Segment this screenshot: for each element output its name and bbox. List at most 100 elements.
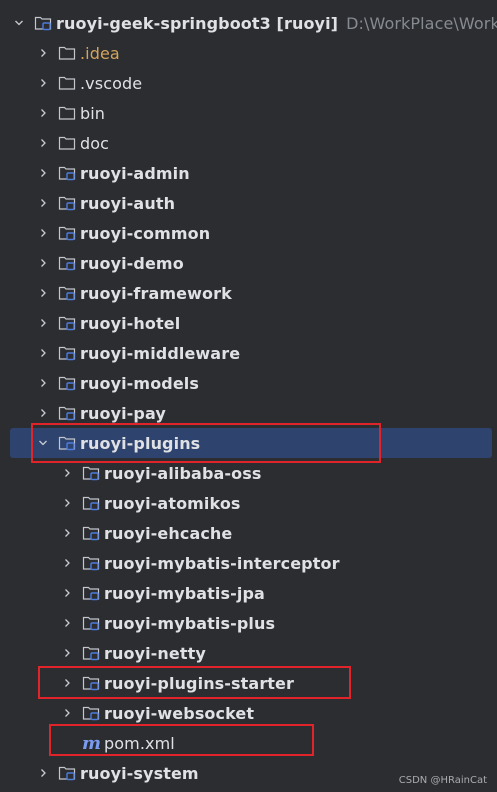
chevron-right-icon[interactable] <box>36 376 50 390</box>
module-folder-icon <box>82 525 100 541</box>
module-folder-icon <box>82 705 100 721</box>
chevron-right-icon[interactable] <box>36 286 50 300</box>
tree-item-label: ruoyi-admin <box>80 163 190 183</box>
tree-item-ruoyi-auth[interactable]: ruoyi-auth <box>0 188 497 218</box>
tree-item-doc[interactable]: doc <box>0 128 497 158</box>
chevron-right-icon[interactable] <box>36 766 50 780</box>
folder-icon <box>58 135 76 151</box>
chevron-right-icon[interactable] <box>36 166 50 180</box>
chevron-right-icon[interactable] <box>36 196 50 210</box>
tree-item-idea[interactable]: .idea <box>0 38 497 68</box>
tree-root[interactable]: ruoyi-geek-springboot3 [ruoyi] D:\WorkPl… <box>0 8 497 38</box>
folder-icon <box>58 45 76 61</box>
tree-item-ruoyi-middleware[interactable]: ruoyi-middleware <box>0 338 497 368</box>
chevron-right-icon[interactable] <box>36 136 50 150</box>
module-folder-icon <box>58 315 76 331</box>
chevron-right-icon[interactable] <box>60 466 74 480</box>
tree-item-label: ruoyi-hotel <box>80 313 181 333</box>
tree-item-label: ruoyi-netty <box>104 643 206 663</box>
maven-m-icon: m <box>82 732 102 754</box>
tree-item-ruoyi-common[interactable]: ruoyi-common <box>0 218 497 248</box>
tree-item-ruoyi-websocket[interactable]: ruoyi-websocket <box>0 698 497 728</box>
tree-item-label: ruoyi-middleware <box>80 343 241 363</box>
tree-item-label: ruoyi-pay <box>80 403 166 423</box>
chevron-right-icon[interactable] <box>60 556 74 570</box>
tree-item-label: ruoyi-framework <box>80 283 232 303</box>
module-folder-icon <box>58 765 76 781</box>
tree-item-label: ruoyi-plugins <box>80 433 201 453</box>
tree-item-ruoyi-demo[interactable]: ruoyi-demo <box>0 248 497 278</box>
tree-item-ruoyi-ehcache[interactable]: ruoyi-ehcache <box>0 518 497 548</box>
module-folder-icon <box>82 465 100 481</box>
module-folder-icon <box>58 435 76 451</box>
tree-item-label: doc <box>80 133 110 153</box>
tree-item-label: ruoyi-atomikos <box>104 493 241 513</box>
module-folder-icon <box>82 555 100 571</box>
tree-item-label: bin <box>80 103 106 123</box>
module-folder-icon <box>58 285 76 301</box>
tree-item-ruoyi-pay[interactable]: ruoyi-pay <box>0 398 497 428</box>
tree-item-label: ruoyi-common <box>80 223 211 243</box>
tree-root-label: ruoyi-geek-springboot3 [ruoyi] <box>56 13 339 33</box>
tree-item-label: ruoyi-mybatis-jpa <box>104 583 265 603</box>
chevron-right-icon[interactable] <box>60 676 74 690</box>
tree-item-ruoyi-netty[interactable]: ruoyi-netty <box>0 638 497 668</box>
chevron-right-icon[interactable] <box>36 106 50 120</box>
tree-item-ruoyi-plugins-starter[interactable]: ruoyi-plugins-starter <box>0 668 497 698</box>
module-folder-icon <box>58 195 76 211</box>
tree-item-label: ruoyi-alibaba-oss <box>104 463 262 483</box>
tree-item-ruoyi-mybatis-interceptor[interactable]: ruoyi-mybatis-interceptor <box>0 548 497 578</box>
project-tree: ruoyi-geek-springboot3 [ruoyi] D:\WorkPl… <box>0 0 497 792</box>
tree-item-label: ruoyi-mybatis-interceptor <box>104 553 340 573</box>
module-folder-icon <box>82 585 100 601</box>
module-folder-icon <box>82 675 100 691</box>
chevron-right-icon[interactable] <box>36 406 50 420</box>
chevron-right-icon[interactable] <box>60 706 74 720</box>
chevron-right-icon[interactable] <box>36 256 50 270</box>
chevron-right-icon[interactable] <box>36 46 50 60</box>
module-folder-icon <box>58 165 76 181</box>
tree-item-label: ruoyi-plugins-starter <box>104 673 294 693</box>
tree-item-vscode[interactable]: .vscode <box>0 68 497 98</box>
module-folder-icon <box>58 375 76 391</box>
module-folder-icon <box>58 225 76 241</box>
tree-item-ruoyi-mybatis-jpa[interactable]: ruoyi-mybatis-jpa <box>0 578 497 608</box>
tree-item-label: ruoyi-mybatis-plus <box>104 613 276 633</box>
tree-item-ruoyi-hotel[interactable]: ruoyi-hotel <box>0 308 497 338</box>
tree-item-label: ruoyi-models <box>80 373 200 393</box>
module-folder-icon <box>58 255 76 271</box>
chevron-right-icon[interactable] <box>60 616 74 630</box>
chevron-right-icon[interactable] <box>36 316 50 330</box>
chevron-right-icon[interactable] <box>60 646 74 660</box>
chevron-down-icon[interactable] <box>36 436 50 450</box>
tree-item-ruoyi-framework[interactable]: ruoyi-framework <box>0 278 497 308</box>
tree-item-label: .idea <box>80 43 120 63</box>
chevron-right-icon[interactable] <box>60 496 74 510</box>
folder-icon <box>58 105 76 121</box>
tree-item-label: pom.xml <box>104 733 175 753</box>
tree-item-bin[interactable]: bin <box>0 98 497 128</box>
chevron-right-icon[interactable] <box>36 226 50 240</box>
tree-item-ruoyi-atomikos[interactable]: ruoyi-atomikos <box>0 488 497 518</box>
tree-item-pom-xml[interactable]: m pom.xml <box>0 728 497 758</box>
chevron-down-icon[interactable] <box>12 16 26 30</box>
tree-item-label: .vscode <box>80 73 143 93</box>
tree-item-label: ruoyi-websocket <box>104 703 255 723</box>
tree-item-ruoyi-alibaba-oss[interactable]: ruoyi-alibaba-oss <box>0 458 497 488</box>
chevron-right-icon[interactable] <box>36 346 50 360</box>
folder-icon <box>58 75 76 91</box>
module-folder-icon <box>34 15 52 31</box>
tree-item-label: ruoyi-ehcache <box>104 523 233 543</box>
tree-item-ruoyi-plugins[interactable]: ruoyi-plugins <box>10 428 492 458</box>
tree-item-label: ruoyi-auth <box>80 193 176 213</box>
tree-item-label: ruoyi-system <box>80 763 199 783</box>
tree-item-ruoyi-admin[interactable]: ruoyi-admin <box>0 158 497 188</box>
tree-item-ruoyi-mybatis-plus[interactable]: ruoyi-mybatis-plus <box>0 608 497 638</box>
module-folder-icon <box>58 405 76 421</box>
tree-item-ruoyi-models[interactable]: ruoyi-models <box>0 368 497 398</box>
module-folder-icon <box>82 645 100 661</box>
chevron-right-icon[interactable] <box>60 526 74 540</box>
chevron-right-icon[interactable] <box>36 76 50 90</box>
chevron-right-icon[interactable] <box>60 586 74 600</box>
tree-item-label: ruoyi-demo <box>80 253 184 273</box>
